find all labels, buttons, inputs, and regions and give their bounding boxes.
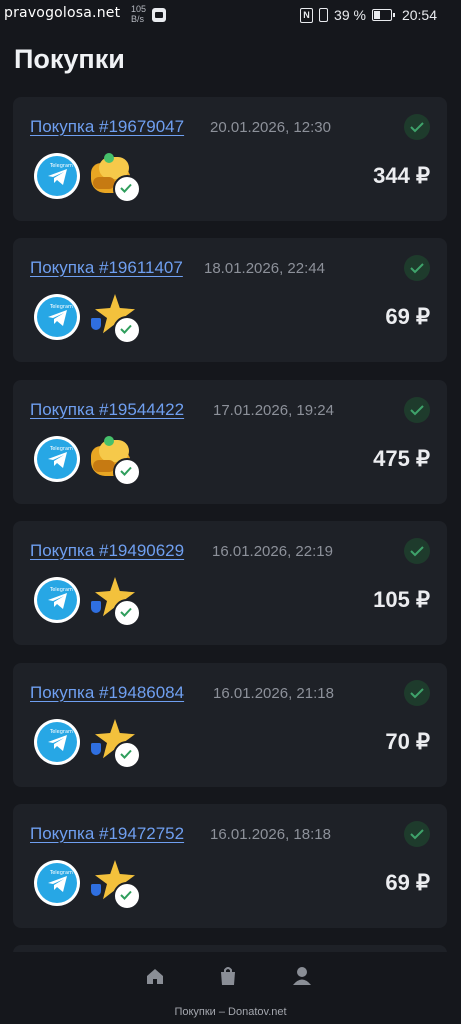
telegram-icon-circle: Telegram: [37, 722, 77, 762]
telegram-icon-circle: Telegram: [37, 580, 77, 620]
order-date: 16.01.2026, 22:19: [212, 543, 333, 560]
order-link[interactable]: Покупка #19472752: [30, 824, 184, 844]
status-check-icon: [404, 114, 430, 140]
purchase-card[interactable]: Покупка #19490629 16.01.2026, 22:19 Telegr…: [13, 521, 447, 645]
delivered-check-icon: [113, 316, 141, 344]
telegram-icon: Telegram: [34, 719, 80, 765]
telegram-icon: Telegram: [34, 294, 80, 340]
watermark: pravogolosa.net: [4, 5, 121, 21]
telegram-icon: Telegram: [34, 436, 80, 482]
status-check-icon: [404, 821, 430, 847]
battery-percent: 39 %: [334, 7, 366, 23]
order-date: 18.01.2026, 22:44: [204, 260, 325, 277]
gold-star-icon: [89, 717, 141, 769]
order-date: 16.01.2026, 18:18: [210, 826, 331, 843]
telegram-icon-circle: Telegram: [37, 297, 77, 337]
order-date: 20.01.2026, 12:30: [210, 119, 331, 136]
bottom-nav: [0, 952, 461, 1000]
shield-shape: [91, 743, 101, 755]
delivered-check-icon: [113, 741, 141, 769]
order-link[interactable]: Покупка #19611407: [30, 258, 183, 278]
status-icons: N 39 % 20:54: [300, 7, 437, 23]
status-check-icon: [404, 680, 430, 706]
gold-star-icon: [89, 575, 141, 627]
order-link[interactable]: Покупка #19486084: [30, 683, 184, 703]
order-price: 70 ₽: [385, 729, 430, 754]
gem-shape: [104, 153, 114, 163]
gold-coins-shadow: [93, 460, 115, 472]
telegram-icon: Telegram: [34, 153, 80, 199]
nfc-icon: N: [300, 7, 314, 23]
delivered-check-icon: [113, 599, 141, 627]
gold-coins-shadow: [93, 177, 115, 189]
vibrate-icon: [319, 8, 329, 22]
order-price: 475 ₽: [373, 446, 430, 471]
order-date: 17.01.2026, 19:24: [213, 402, 334, 419]
delivered-check-icon: [113, 458, 141, 486]
purchase-card[interactable]: Покупка #19472752 16.01.2026, 18:18 Telegr…: [13, 804, 447, 928]
clock: 20:54: [401, 7, 437, 23]
status-check-icon: [404, 255, 430, 281]
telegram-icon-circle: Telegram: [37, 156, 77, 196]
gold-coins-icon: [89, 151, 141, 203]
purchase-card[interactable]: Покупка #19611407 18.01.2026, 22:44 Telegr…: [13, 238, 447, 362]
order-link[interactable]: Покупка #19544422: [30, 400, 184, 420]
delivered-check-icon: [113, 175, 141, 203]
order-price: 105 ₽: [373, 587, 430, 612]
order-price: 344 ₽: [373, 163, 430, 188]
net-speed: 105 B/s: [131, 4, 147, 24]
telegram-icon-circle: Telegram: [37, 439, 77, 479]
gold-star-icon: [89, 292, 141, 344]
browser-url-footer: Покупки – Donatov.net: [174, 1006, 287, 1018]
telegram-icon-circle: Telegram: [37, 863, 77, 903]
gold-coins-icon: [89, 434, 141, 486]
delivered-check-icon: [113, 882, 141, 910]
purchase-card[interactable]: Покупка #19544422 17.01.2026, 19:24 Telegr…: [13, 380, 447, 504]
order-price: 69 ₽: [385, 870, 430, 895]
order-link[interactable]: Покупка #19490629: [30, 541, 184, 561]
shield-shape: [91, 318, 101, 330]
notification-app-icon: [152, 8, 166, 22]
status-check-icon: [404, 538, 430, 564]
battery-icon: [371, 9, 395, 21]
order-link[interactable]: Покупка #19679047: [30, 117, 184, 137]
status-bar: pravogolosa.net 105 B/s N 39 % 20:54: [0, 0, 461, 32]
gold-star-icon: [89, 858, 141, 910]
home-icon[interactable]: [145, 966, 165, 991]
status-check-icon: [404, 397, 430, 423]
telegram-icon: Telegram: [34, 860, 80, 906]
shield-shape: [91, 601, 101, 613]
gem-shape: [104, 436, 114, 446]
shield-shape: [91, 884, 101, 896]
order-date: 16.01.2026, 21:18: [213, 685, 334, 702]
telegram-icon: Telegram: [34, 577, 80, 623]
purchase-card[interactable]: Покупка #19486084 16.01.2026, 21:18 Telegr…: [13, 663, 447, 787]
shopping-bag-icon[interactable]: [218, 966, 238, 991]
purchase-card[interactable]: Покупка #19679047 20.01.2026, 12:30 Telegr…: [13, 97, 447, 221]
page-title: Покупки: [14, 44, 125, 74]
order-price: 69 ₽: [385, 304, 430, 329]
profile-icon[interactable]: [292, 966, 312, 991]
